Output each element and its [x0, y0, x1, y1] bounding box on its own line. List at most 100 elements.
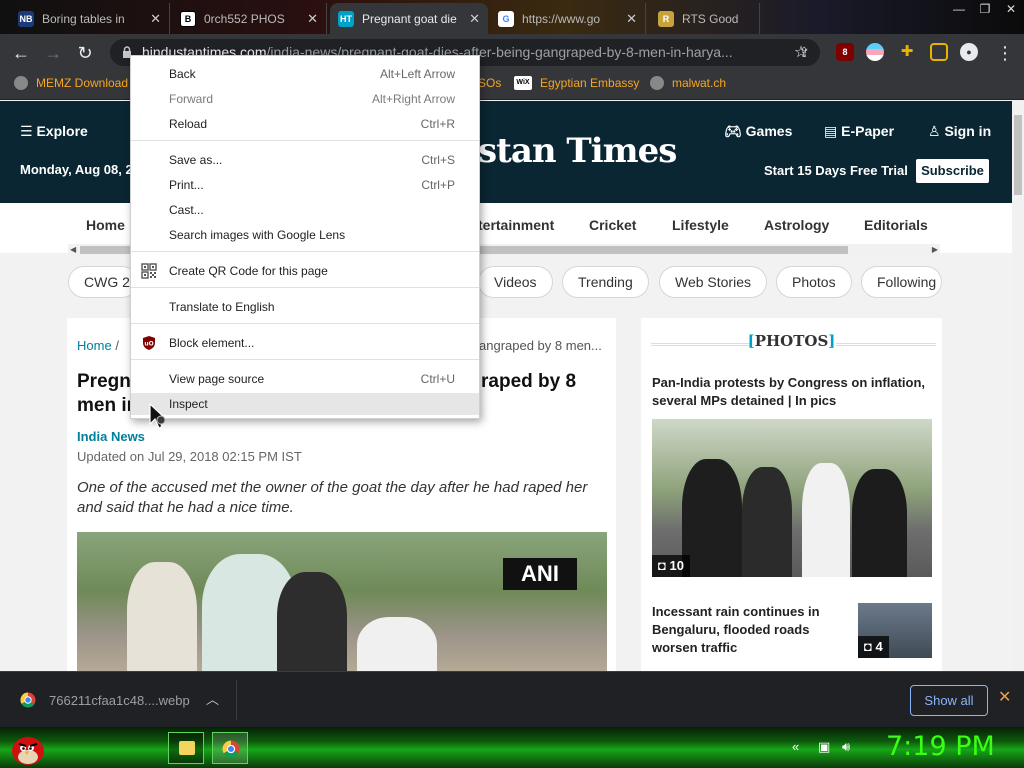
chip-following[interactable]: Following — [861, 266, 942, 298]
menu-shortcut: Ctrl+R — [420, 117, 455, 131]
page-scrollbar[interactable] — [1012, 101, 1024, 671]
close-icon[interactable]: ✕ — [144, 11, 161, 27]
start-button-angry-bird-icon[interactable] — [8, 729, 48, 767]
photo-count-badge: ◘ 10 — [652, 555, 690, 577]
menu-google-lens[interactable]: Search images with Google Lens — [131, 224, 479, 246]
site-logo[interactable]: stan Times — [478, 131, 677, 171]
scroll-right-icon[interactable]: ▶ — [932, 244, 938, 256]
tab-4[interactable]: G https://www.go ✕ — [490, 3, 646, 34]
menu-reload[interactable]: Reload Ctrl+R — [131, 113, 479, 135]
scroll-left-icon[interactable]: ◀ — [70, 244, 76, 256]
extension-flag-icon[interactable] — [866, 43, 884, 61]
menu-print[interactable]: Print... Ctrl+P — [131, 174, 479, 196]
tab-favicon: NB — [18, 10, 34, 27]
nav-lifestyle[interactable]: Lifestyle — [672, 217, 729, 233]
bookmark-star-icon[interactable]: ☆ — [790, 42, 812, 64]
photo-story-2-image[interactable]: ◘ 4 — [858, 603, 932, 658]
maximize-icon[interactable]: ❐ — [972, 0, 998, 20]
taskbar-explorer-button[interactable] — [168, 732, 204, 764]
taskbar-chrome-button[interactable] — [212, 732, 248, 764]
menu-shortcut: Ctrl+S — [421, 153, 455, 167]
back-icon[interactable]: ← — [10, 42, 32, 64]
menu-block-element[interactable]: uO Block element... — [131, 332, 479, 354]
signin-link[interactable]: ♙ Sign in — [928, 123, 991, 140]
menu-translate[interactable]: Translate to English — [131, 296, 479, 318]
ani-watermark: ANI — [503, 558, 577, 590]
tab-1[interactable]: NB Boring tables in ✕ — [10, 3, 170, 34]
tab-2[interactable]: B 0rch552 PHOS ✕ — [172, 3, 327, 34]
photo-figure — [742, 467, 792, 577]
download-filename[interactable]: 766211cfaa1c48....webp — [49, 693, 190, 708]
user-icon: ♙ — [928, 123, 945, 139]
close-icon[interactable]: ✕ — [463, 11, 480, 27]
side-panel-icon[interactable] — [930, 43, 948, 61]
epaper-label: E-Paper — [841, 123, 895, 139]
nav-astrology[interactable]: Astrology — [764, 217, 829, 233]
ublock-icon[interactable]: 8 — [836, 43, 854, 61]
bookmark-malwatch[interactable]: malwat.ch — [650, 76, 726, 90]
updated-timestamp: Updated on Jul 29, 2018 02:15 PM IST — [77, 449, 302, 464]
explore-menu[interactable]: ☰ Explore — [20, 123, 88, 140]
extensions-puzzle-icon[interactable]: ✚ — [898, 43, 916, 61]
menu-label: Forward — [169, 92, 214, 106]
chrome-icon — [222, 740, 240, 758]
nav-home[interactable]: Home — [86, 217, 125, 233]
chrome-icon — [20, 692, 36, 708]
bookmark-memz[interactable]: MEMZ Download — [14, 76, 128, 90]
forward-icon[interactable]: → — [42, 42, 64, 64]
subscribe-button[interactable]: Subscribe — [916, 159, 989, 183]
volume-icon[interactable]: 🔊︎ — [842, 739, 850, 755]
taskbar-clock[interactable]: 7:19 PM — [886, 731, 995, 762]
tab-active[interactable]: HT Pregnant goat die ✕ — [330, 3, 488, 34]
nav-cricket[interactable]: Cricket — [589, 217, 636, 233]
camera-icon: ◘ — [864, 639, 876, 654]
photo-story-2-title[interactable]: Incessant rain continues in Bengaluru, f… — [652, 603, 832, 657]
article-photo[interactable]: ANI — [77, 532, 607, 671]
nav-editorials[interactable]: Editorials — [864, 217, 928, 233]
free-trial-text[interactable]: Start 15 Days Free Trial — [764, 163, 908, 178]
breadcrumb-home-label: Home — [77, 338, 112, 353]
reload-icon[interactable]: ↻ — [74, 42, 96, 64]
menu-inspect[interactable]: Inspect — [131, 393, 479, 415]
minimize-icon[interactable]: — — [946, 0, 972, 20]
tray-arrow-icon[interactable]: « — [792, 739, 799, 754]
taskbar: « ▣ 🔊︎ 7:19 PM — [0, 727, 1024, 768]
show-all-button[interactable]: Show all — [910, 685, 988, 716]
network-icon[interactable]: ▣ — [818, 739, 830, 755]
chip-trending[interactable]: Trending — [562, 266, 649, 298]
photo-story-1-title[interactable]: Pan-India protests by Congress on inflat… — [652, 374, 937, 410]
breadcrumb-current: angraped by 8 men... — [479, 338, 602, 353]
chip-videos[interactable]: Videos — [478, 266, 553, 298]
menu-back[interactable]: Back Alt+Left Arrow — [131, 63, 479, 85]
menu-cast[interactable]: Cast... — [131, 199, 479, 221]
chip-web-stories[interactable]: Web Stories — [659, 266, 767, 298]
chip-photos[interactable]: Photos — [776, 266, 852, 298]
chevron-up-icon[interactable]: ︿ — [206, 689, 219, 708]
profile-avatar-icon[interactable]: ● — [960, 43, 978, 61]
camera-icon: ◘ — [658, 558, 670, 573]
window-controls: — ❐ ✕ — [946, 0, 1024, 20]
photo-story-1-image[interactable]: ◘ 10 — [652, 419, 932, 577]
bookmark-egyptian-embassy[interactable]: WiX Egyptian Embassy — [514, 76, 639, 90]
section-link[interactable]: India News — [77, 429, 145, 444]
nav-entertainment[interactable]: tertainment — [478, 217, 554, 233]
scrollbar-thumb[interactable] — [1014, 115, 1022, 195]
tab-5[interactable]: R RTS Good — [650, 3, 760, 34]
menu-forward[interactable]: Forward Alt+Right Arrow — [131, 88, 479, 110]
newspaper-icon: ▤ — [824, 123, 842, 139]
menu-save-as[interactable]: Save as... Ctrl+S — [131, 149, 479, 171]
close-icon[interactable]: ✕ — [620, 11, 637, 27]
chip-cwg[interactable]: CWG 20 — [68, 266, 138, 298]
menu-kebab-icon[interactable]: ⋮ — [994, 42, 1016, 64]
tab-strip: NB Boring tables in ✕ B 0rch552 PHOS ✕ H… — [0, 0, 1024, 34]
close-icon[interactable]: ✕ — [998, 687, 1011, 707]
close-icon[interactable]: ✕ — [301, 11, 318, 27]
bookmark-sos[interactable]: SOs — [478, 76, 501, 90]
menu-view-source[interactable]: View page source Ctrl+U — [131, 368, 479, 390]
breadcrumb-home[interactable]: Home / — [77, 338, 119, 353]
photos-sidebar: [PHOTOS] Pan-India protests by Congress … — [641, 318, 942, 671]
epaper-link[interactable]: ▤ E-Paper — [824, 123, 894, 140]
close-window-icon[interactable]: ✕ — [998, 0, 1024, 20]
menu-qr-code[interactable]: Create QR Code for this page — [131, 260, 479, 282]
games-link[interactable]: 🎮︎ Games — [724, 123, 792, 140]
